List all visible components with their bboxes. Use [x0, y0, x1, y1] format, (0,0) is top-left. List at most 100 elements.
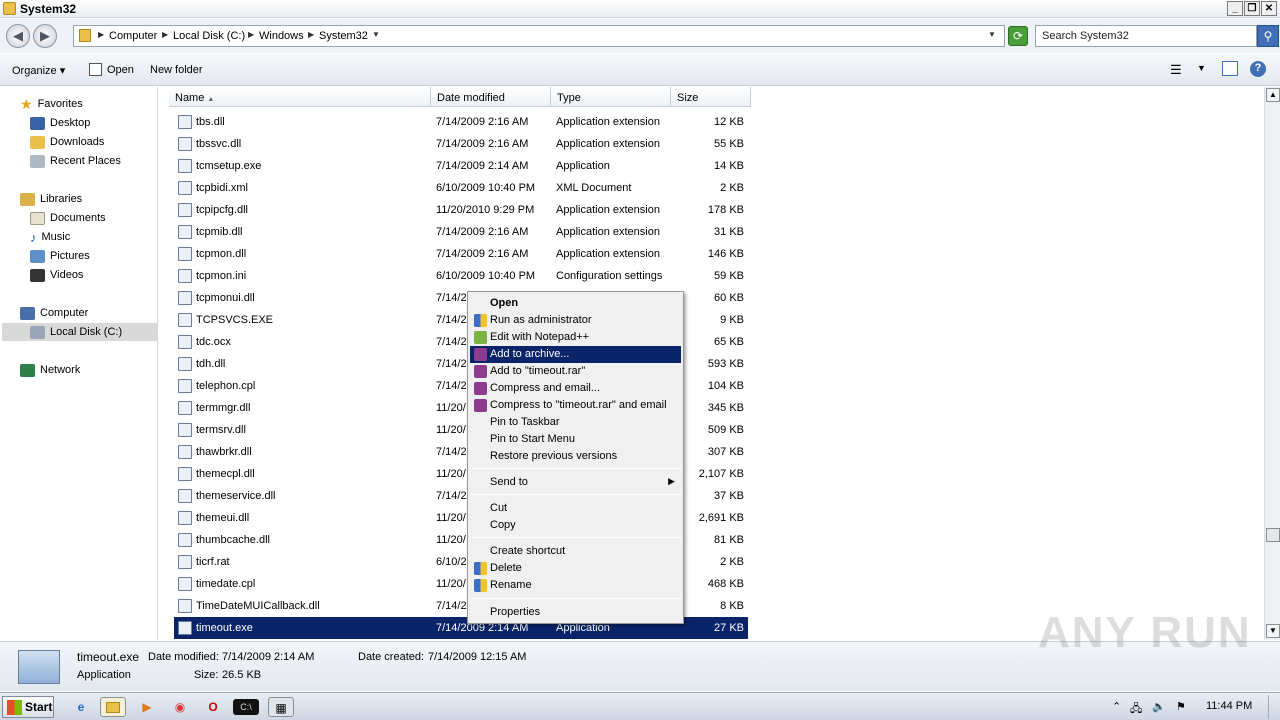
- nav-recent-places[interactable]: Recent Places: [30, 152, 121, 170]
- close-button[interactable]: ✕: [1261, 1, 1277, 16]
- nav-favorites[interactable]: ★ Favorites: [20, 95, 83, 113]
- internet-explorer-icon[interactable]: e: [68, 697, 94, 717]
- chevron-down-icon[interactable]: ▼: [372, 30, 380, 39]
- cell-date: 7/14/2: [436, 490, 467, 502]
- scroll-down-button[interactable]: ▼: [1266, 624, 1280, 638]
- chevron-right-icon[interactable]: ▶: [98, 30, 104, 39]
- history-dropdown-icon[interactable]: ▼: [988, 30, 996, 39]
- search-input[interactable]: Search System32: [1035, 25, 1257, 47]
- cell-name: tdh.dll: [196, 358, 226, 370]
- nav-computer[interactable]: Computer: [20, 304, 88, 322]
- chevron-right-icon[interactable]: ▶: [308, 30, 314, 39]
- menu-item-copy[interactable]: Copy: [470, 517, 681, 534]
- table-row[interactable]: tbssvc.dll 7/14/2009 2:16 AM Application e…: [174, 133, 748, 155]
- vertical-scrollbar[interactable]: ▲ ▼: [1264, 87, 1280, 640]
- view-dropdown-icon[interactable]: ▼: [1197, 63, 1206, 73]
- search-icon[interactable]: ⚲: [1257, 25, 1279, 47]
- menu-item-restore-versions[interactable]: Restore previous versions: [470, 448, 681, 465]
- open-button[interactable]: Open: [107, 64, 134, 76]
- start-button[interactable]: Start: [2, 696, 54, 718]
- restore-button[interactable]: ❐: [1244, 1, 1260, 16]
- program-manager-icon[interactable]: ▦: [268, 697, 294, 717]
- column-header-date[interactable]: Date modified: [431, 87, 551, 107]
- cell-date: 7/14/2009 2:16 AM: [436, 116, 529, 128]
- table-row[interactable]: tcpmon.ini 6/10/2009 10:40 PM Configuratio…: [174, 265, 748, 287]
- cell-size: 37 KB: [714, 490, 744, 502]
- cell-size: 2,107 KB: [698, 468, 744, 480]
- nav-pictures[interactable]: Pictures: [30, 247, 90, 265]
- nav-desktop[interactable]: Desktop: [30, 114, 90, 132]
- nav-videos[interactable]: Videos: [30, 266, 83, 284]
- menu-item-cut[interactable]: Cut: [470, 500, 681, 517]
- new-folder-button[interactable]: New folder: [150, 64, 203, 76]
- preview-pane-icon[interactable]: [1222, 61, 1238, 76]
- menu-item-add-to-archive[interactable]: Add to archive...: [470, 346, 681, 363]
- explorer-taskbar-button[interactable]: [100, 697, 126, 717]
- nav-network[interactable]: Network: [20, 361, 80, 379]
- nav-local-disk[interactable]: Local Disk (C:): [30, 323, 122, 341]
- nav-music[interactable]: ♪ Music: [30, 228, 70, 246]
- nav-downloads[interactable]: Downloads: [30, 133, 104, 151]
- table-row[interactable]: tcpmib.dll 7/14/2009 2:16 AM Application e…: [174, 221, 748, 243]
- cell-date: 7/14/2: [436, 380, 467, 392]
- breadcrumb-local-disk[interactable]: Local Disk (C:): [173, 30, 245, 42]
- menu-item-open[interactable]: Open: [470, 295, 681, 312]
- breadcrumb-computer[interactable]: Computer: [109, 30, 157, 42]
- tray-expand-icon[interactable]: ⌃: [1112, 700, 1121, 713]
- menu-item-pin-taskbar[interactable]: Pin to Taskbar: [470, 414, 681, 431]
- cell-date: 7/14/2: [436, 314, 467, 326]
- breadcrumb-windows[interactable]: Windows: [259, 30, 304, 42]
- view-options-icon[interactable]: ☰: [1170, 62, 1182, 78]
- menu-item-rename[interactable]: Rename: [470, 577, 681, 594]
- menu-restore-label: Restore previous versions: [490, 450, 618, 462]
- menu-item-compress-email[interactable]: Compress and email...: [470, 380, 681, 397]
- action-center-flag-icon[interactable]: ⚑: [1176, 700, 1186, 713]
- address-box[interactable]: ▶ Computer ▶ Local Disk (C:) ▶ Windows ▶…: [73, 25, 1005, 47]
- nav-documents[interactable]: Documents: [30, 209, 106, 227]
- cmd-icon[interactable]: C:\: [233, 699, 259, 715]
- menu-item-properties[interactable]: Properties: [470, 604, 681, 621]
- opera-icon[interactable]: O: [200, 697, 226, 717]
- scroll-thumb[interactable]: [1266, 528, 1280, 542]
- cell-size: 509 KB: [707, 424, 744, 436]
- forward-button[interactable]: ▶: [33, 24, 57, 48]
- column-header-size[interactable]: Size: [671, 87, 751, 107]
- breadcrumb-system32[interactable]: System32: [319, 30, 368, 42]
- menu-item-pin-start[interactable]: Pin to Start Menu: [470, 431, 681, 448]
- recent-places-icon: [30, 154, 45, 168]
- minimize-button[interactable]: _: [1227, 1, 1243, 16]
- menu-item-send-to[interactable]: Send to ▶: [470, 474, 681, 491]
- column-header-name[interactable]: Name ▲: [169, 87, 431, 107]
- help-icon[interactable]: ?: [1250, 61, 1266, 77]
- clock[interactable]: 11:44 PM: [1206, 700, 1252, 712]
- table-row[interactable]: tbs.dll 7/14/2009 2:16 AM Application exte…: [174, 111, 748, 133]
- volume-icon[interactable]: 🔈: [1152, 700, 1166, 713]
- table-row[interactable]: tcmsetup.exe 7/14/2009 2:14 AM Application…: [174, 155, 748, 177]
- details-size-label: Size:: [194, 669, 219, 681]
- chrome-icon[interactable]: ◉: [167, 697, 193, 717]
- scroll-up-button[interactable]: ▲: [1266, 88, 1280, 102]
- show-desktop-button[interactable]: [1268, 695, 1278, 719]
- refresh-button[interactable]: ⟳: [1008, 26, 1028, 46]
- back-button[interactable]: ◀: [6, 24, 30, 48]
- menu-item-notepad[interactable]: Edit with Notepad++: [470, 329, 681, 346]
- table-row[interactable]: tcpmon.dll 7/14/2009 2:16 AM Application e…: [174, 243, 748, 265]
- organize-button[interactable]: Organize ▾: [12, 64, 65, 77]
- cell-size: 81 KB: [714, 534, 744, 546]
- table-row[interactable]: tcpbidi.xml 6/10/2009 10:40 PM XML Documen…: [174, 177, 748, 199]
- network-tray-icon[interactable]: 🖧: [1130, 700, 1142, 719]
- nav-libraries[interactable]: Libraries: [20, 190, 82, 208]
- details-modified-value: 7/14/2009 2:14 AM: [222, 651, 315, 663]
- table-row[interactable]: tcpipcfg.dll 11/20/2010 9:29 PM Applicatio…: [174, 199, 748, 221]
- folder-icon: [79, 29, 91, 42]
- menu-item-compress-rar-email[interactable]: Compress to "timeout.rar" and email: [470, 397, 681, 414]
- column-header-type[interactable]: Type: [551, 87, 671, 107]
- file-icon: [178, 423, 192, 437]
- chevron-right-icon[interactable]: ▶: [162, 30, 168, 39]
- menu-item-run-as-admin[interactable]: Run as administrator: [470, 312, 681, 329]
- menu-item-create-shortcut[interactable]: Create shortcut: [470, 543, 681, 560]
- chevron-right-icon[interactable]: ▶: [248, 30, 254, 39]
- media-player-icon[interactable]: ▶: [134, 697, 160, 717]
- menu-item-delete[interactable]: Delete: [470, 560, 681, 577]
- menu-item-add-to-rar[interactable]: Add to "timeout.rar": [470, 363, 681, 380]
